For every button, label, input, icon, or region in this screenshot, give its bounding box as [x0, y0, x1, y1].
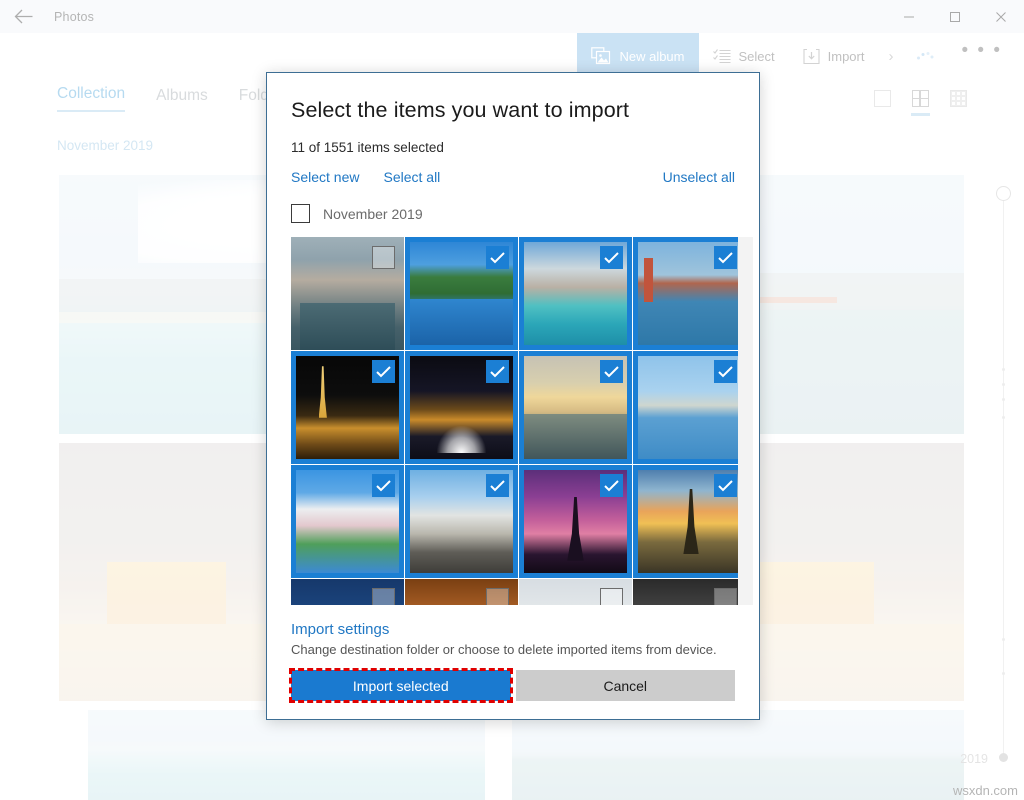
thumb-eiffel-purple-sky[interactable] — [519, 465, 632, 578]
thumb-lake-hillside[interactable] — [405, 237, 518, 350]
photos-app-window: Photos New album — [0, 0, 1024, 800]
thumb-checkbox-checked[interactable] — [486, 360, 509, 383]
thumb-checkbox-checked[interactable] — [372, 360, 395, 383]
cancel-button[interactable]: Cancel — [516, 670, 736, 701]
thumb-paris-hotel-night[interactable] — [291, 351, 404, 464]
thumb-checkbox-checked[interactable] — [600, 246, 623, 269]
group-header-november-2019[interactable]: November 2019 — [267, 204, 759, 223]
thumb-checkbox-checked[interactable] — [600, 474, 623, 497]
dialog-header: Select the items you want to import 11 o… — [267, 73, 759, 185]
select-all-link[interactable]: Select all — [383, 169, 440, 185]
import-dialog: Select the items you want to import 11 o… — [266, 72, 760, 720]
dialog-scrollbar[interactable]: ▲ ▼ — [738, 237, 753, 605]
thumb-disneyland-plaza[interactable] — [405, 465, 518, 578]
unselect-all-link[interactable]: Unselect all — [663, 169, 735, 185]
thumb-checkbox-checked[interactable] — [600, 360, 623, 383]
import-settings-link[interactable]: Import settings — [291, 621, 735, 638]
dialog-buttons: Import selected Cancel — [291, 670, 735, 701]
group-label: November 2019 — [323, 206, 423, 222]
thumb-golden-gate-bridge[interactable] — [633, 237, 746, 350]
thumb-checkbox-unchecked[interactable] — [486, 588, 509, 605]
import-selected-button[interactable]: Import selected — [291, 670, 511, 701]
thumb-checkbox-checked[interactable] — [486, 246, 509, 269]
thumb-seine-sunset[interactable] — [519, 351, 632, 464]
thumb-checkbox-unchecked[interactable] — [600, 588, 623, 605]
select-new-link[interactable]: Select new — [291, 169, 359, 185]
thumb-checkbox-checked[interactable] — [486, 474, 509, 497]
dialog-title: Select the items you want to import — [291, 98, 735, 123]
thumb-eiffel-sunset[interactable] — [633, 465, 746, 578]
thumb-checkbox-unchecked[interactable] — [714, 588, 737, 605]
thumb-zurich-canal[interactable] — [291, 237, 404, 350]
thumb-checkbox-unchecked[interactable] — [372, 588, 395, 605]
thumb-checkbox-unchecked[interactable] — [372, 246, 395, 269]
thumb-seine-daylight[interactable] — [633, 351, 746, 464]
dialog-action-links: Select new Select all Unselect all — [291, 169, 735, 185]
thumb-checkbox-checked[interactable] — [372, 474, 395, 497]
thumbnail-scroll-area[interactable]: ▲ ▼ — [267, 237, 759, 605]
thumb-blackwhite[interactable] — [633, 579, 746, 605]
import-settings-description: Change destination folder or choose to d… — [291, 642, 735, 657]
thumb-night-blue[interactable] — [291, 579, 404, 605]
thumb-ship-deck[interactable] — [519, 579, 632, 605]
group-checkbox[interactable] — [291, 204, 310, 223]
thumbnail-grid — [291, 237, 747, 605]
thumb-checkbox-checked[interactable] — [714, 474, 737, 497]
thumb-rock-texture[interactable] — [405, 579, 518, 605]
thumb-disneyland-hotel[interactable] — [291, 465, 404, 578]
selected-count-text: 11 of 1551 items selected — [291, 140, 735, 155]
thumb-vegas-fountains[interactable] — [405, 351, 518, 464]
thumb-turquoise-coast[interactable] — [519, 237, 632, 350]
thumb-checkbox-checked[interactable] — [714, 246, 737, 269]
thumb-checkbox-checked[interactable] — [714, 360, 737, 383]
dialog-footer: Import settings Change destination folde… — [267, 605, 759, 719]
